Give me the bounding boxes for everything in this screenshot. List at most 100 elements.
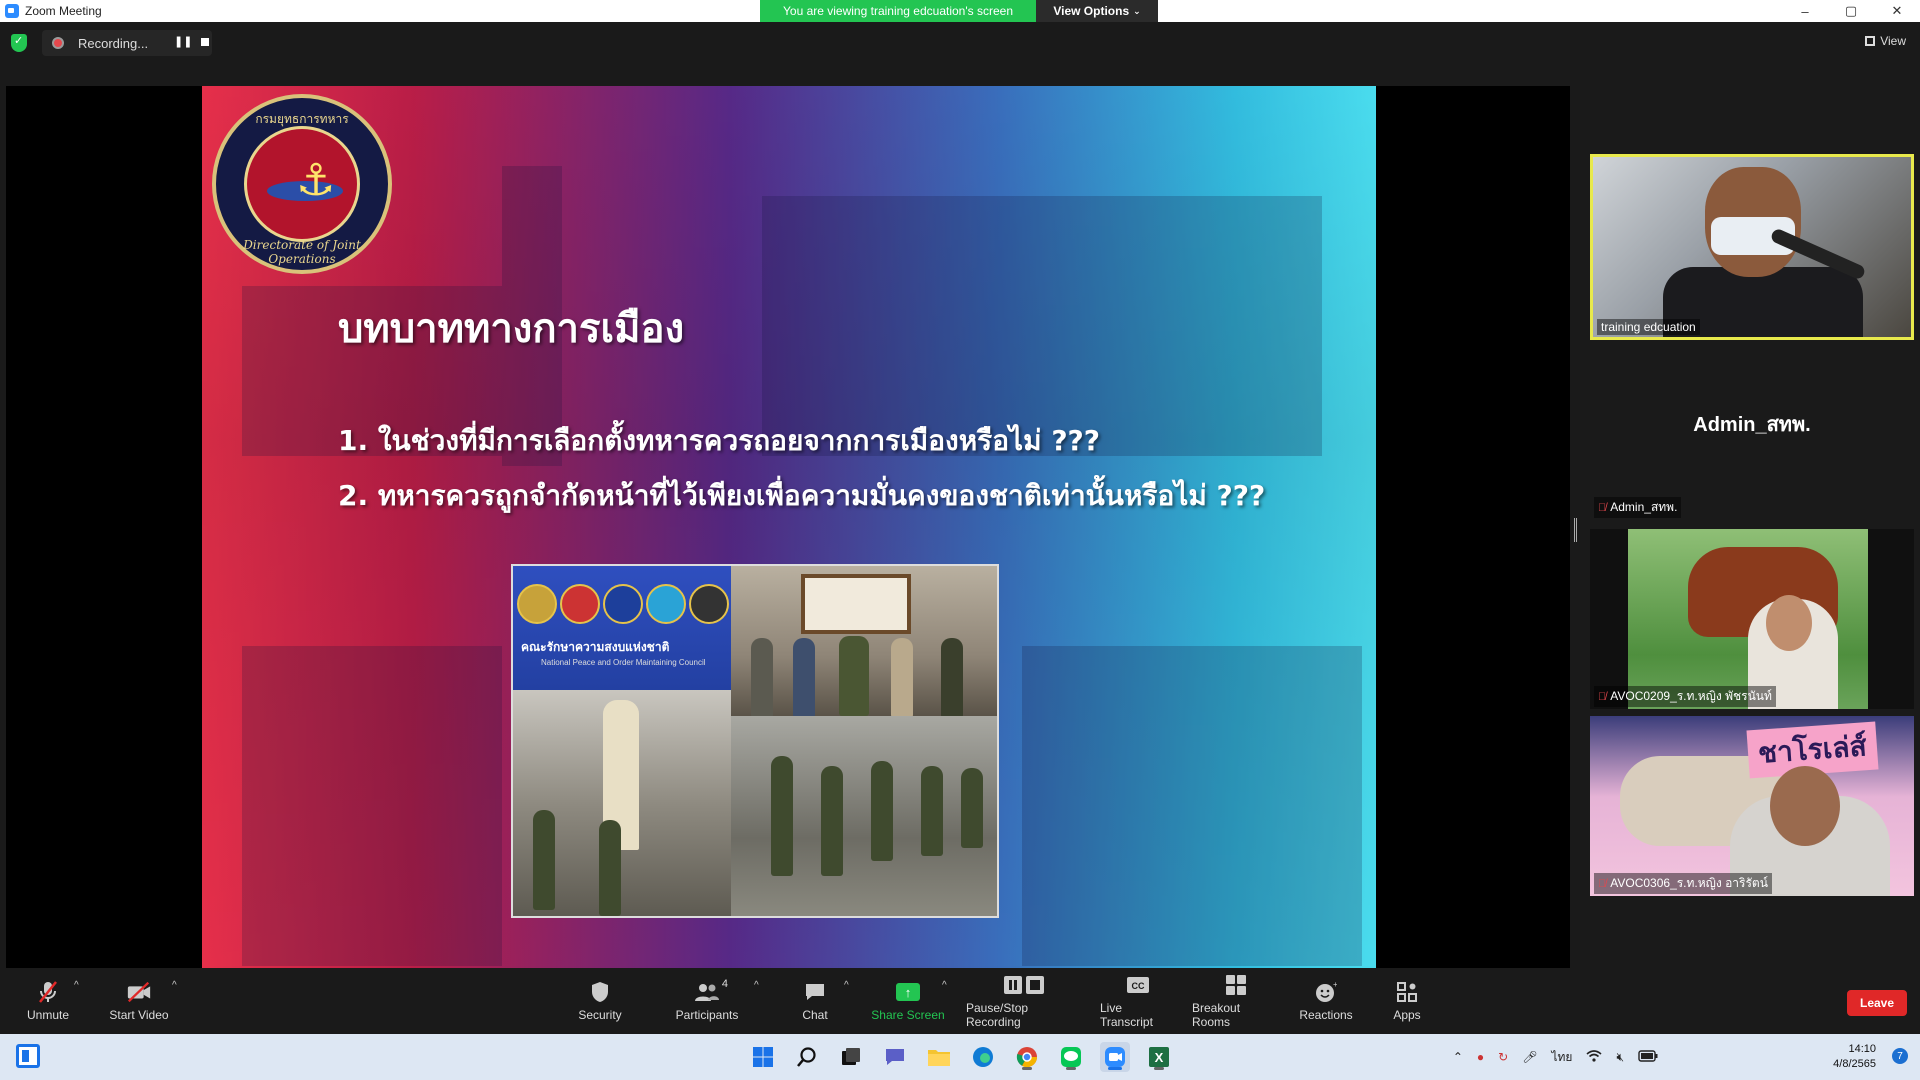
search-icon[interactable] (792, 1042, 822, 1072)
participant-tile-no-video[interactable]: Admin_สทพ. 🎙̸ Admin_สทพ. (1590, 350, 1914, 520)
meeting-controls-toolbar: Unmute ^ Start Video ^ Security 4 Partic… (0, 968, 1920, 1034)
line-messenger-icon[interactable] (1056, 1042, 1086, 1072)
view-options-button[interactable]: View Options ⌄ (1036, 0, 1158, 22)
muted-mic-icon: 🎙̸ (1598, 501, 1607, 514)
participant-name-tag: 🎙̸ AVOC0306_ร.ท.หญิง อาริรัตน์ (1594, 873, 1772, 894)
windows-taskbar: X ⌃ ● ↻ 🎤︎ ไทย 🔇︎ 14:10 4/8/2565 7 (0, 1034, 1920, 1080)
slide-title: บทบาททางการเมือง (338, 306, 685, 352)
participants-button[interactable]: 4 Participants (672, 968, 742, 1034)
view-grid-icon (1865, 36, 1876, 46)
edge-browser-icon[interactable] (968, 1042, 998, 1072)
speaker-muted-icon[interactable]: 🔇︎ (1616, 1050, 1624, 1065)
reactions-button[interactable]: + Reactions (1298, 968, 1354, 1034)
pause-stop-recording-button[interactable]: Pause/Stop Recording (966, 968, 1082, 1034)
recording-indicator: Recording... ❚❚ (42, 30, 212, 56)
directorate-seal-logo: กรมยุทธการทหาร ⚓ Directorate of Joint Op… (212, 94, 392, 274)
tray-sync-icon[interactable]: ↻ (1498, 1050, 1508, 1064)
chevron-down-icon: ⌄ (1133, 5, 1141, 16)
chrome-browser-icon[interactable] (1012, 1042, 1042, 1072)
close-button[interactable]: ✕ (1874, 0, 1920, 22)
chat-button[interactable]: Chat (800, 968, 830, 1034)
soldier-figure (921, 766, 943, 856)
start-video-button[interactable]: Start Video (104, 968, 174, 1034)
share-options-caret-icon[interactable]: ^ (942, 980, 947, 991)
chat-options-caret-icon[interactable]: ^ (844, 980, 849, 991)
slide-bullet-2: 2. ทหารควรถูกจำกัดหน้าที่ไว้เพียงเพื่อคว… (338, 479, 1266, 512)
officers-press-photo (731, 566, 997, 718)
minimize-button[interactable]: – (1782, 0, 1828, 22)
video-options-caret-icon[interactable]: ^ (172, 980, 177, 991)
participant-tile[interactable]: ชาโรเล่ส์ 🎙̸ AVOC0306_ร.ท.หญิง อาริรัตน์ (1590, 716, 1914, 896)
widgets-icon[interactable] (16, 1044, 40, 1068)
encryption-shield-icon[interactable] (11, 34, 27, 52)
teams-chat-icon[interactable] (880, 1042, 910, 1072)
chevron-up-icon[interactable]: ⌃ (1453, 1050, 1463, 1064)
live-transcript-button[interactable]: CC Live Transcript (1100, 968, 1176, 1034)
participant-name: AVOC0306_ร.ท.หญิง อาริรัตน์ (1610, 876, 1768, 890)
background-building (1022, 646, 1362, 966)
notification-count-badge[interactable]: 7 (1892, 1048, 1908, 1064)
participant-name: Admin_สทพ. (1610, 500, 1678, 514)
excel-icon[interactable]: X (1144, 1042, 1174, 1072)
officer-figure (941, 638, 963, 718)
emblem-icon (560, 584, 600, 624)
input-language-indicator[interactable]: ไทย (1551, 1048, 1572, 1067)
running-indicator (1022, 1067, 1032, 1070)
security-label: Security (578, 1008, 622, 1022)
file-explorer-icon[interactable] (924, 1042, 954, 1072)
window-controls: – ▢ ✕ (1782, 0, 1920, 22)
leave-meeting-button[interactable]: Leave (1847, 990, 1907, 1016)
officer-figure (793, 638, 815, 718)
emblem-icon (646, 584, 686, 624)
taskbar-clock[interactable]: 14:10 4/8/2565 (1833, 1042, 1876, 1072)
participant-tile[interactable]: 🎙̸ AVOC0209_ร.ท.หญิง พัชรนันท์ (1590, 529, 1914, 709)
apps-button[interactable]: Apps (1390, 968, 1424, 1034)
windows-start-icon[interactable] (748, 1042, 778, 1072)
battery-icon[interactable] (1638, 1049, 1658, 1065)
democracy-monument-photo (513, 690, 731, 916)
maximize-button[interactable]: ▢ (1828, 0, 1874, 22)
svg-text:X: X (1155, 1050, 1164, 1065)
stop-recording-icon[interactable] (201, 38, 209, 46)
share-screen-button[interactable]: ↑ Share Screen (870, 968, 946, 1034)
participant-name-tag: 🎙̸ Admin_สทพ. (1594, 497, 1682, 518)
svg-text:+: + (1333, 981, 1337, 989)
zoom-taskbar-icon[interactable] (1100, 1042, 1130, 1072)
view-options-label: View Options (1053, 4, 1130, 18)
pause-stop-recording-label: Pause/Stop Recording (966, 1001, 1029, 1029)
soldier-figure (871, 761, 893, 861)
gallery-resize-handle[interactable] (1574, 518, 1577, 542)
view-button[interactable]: View (1865, 34, 1906, 48)
collage-caption: คณะรักษาความสงบแห่งชาติ (521, 640, 670, 654)
security-button[interactable]: Security (572, 968, 628, 1034)
soldier-figure (961, 768, 983, 848)
reactions-label: Reactions (1299, 1008, 1353, 1022)
participants-options-caret-icon[interactable]: ^ (754, 980, 759, 991)
slide-photo-collage: คณะรักษาความสงบแห่งชาติ National Peace a… (511, 564, 999, 918)
participant-video-face (1770, 766, 1840, 846)
tray-app-icon[interactable]: ● (1477, 1050, 1484, 1064)
participant-name: training edcuation (1601, 320, 1696, 334)
share-screen-label: Share Screen (871, 1008, 945, 1022)
soldier-figure (533, 810, 555, 910)
task-view-icon[interactable] (836, 1042, 866, 1072)
chat-label: Chat (802, 1008, 828, 1022)
unmute-button[interactable]: Unmute (20, 968, 76, 1034)
live-transcript-label: Live Transcript (1100, 1001, 1153, 1029)
recording-dot-icon (52, 37, 64, 49)
share-screen-wrapper: ↑ (895, 980, 921, 1004)
marching-soldiers-photo (731, 716, 997, 916)
recording-label: Recording... (78, 35, 149, 51)
participant-tile-active-speaker[interactable]: training edcuation (1590, 154, 1914, 340)
pause-recording-icon[interactable]: ❚❚ (174, 35, 192, 48)
emblem-icon (689, 584, 729, 624)
zoom-app-icon (5, 4, 19, 18)
clock-time: 14:10 (1848, 1043, 1876, 1055)
presentation-slide: กรมยุทธการทหาร ⚓ Directorate of Joint Op… (202, 86, 1376, 968)
soldier-figure (771, 756, 793, 876)
microphone-icon[interactable]: 🎤︎ (1522, 1050, 1537, 1064)
breakout-rooms-button[interactable]: Breakout Rooms (1192, 968, 1280, 1034)
wifi-icon[interactable] (1586, 1049, 1602, 1065)
audio-options-caret-icon[interactable]: ^ (74, 980, 79, 991)
participant-gallery: training edcuation Admin_สทพ. 🎙̸ Admin_ส… (1570, 86, 1920, 968)
